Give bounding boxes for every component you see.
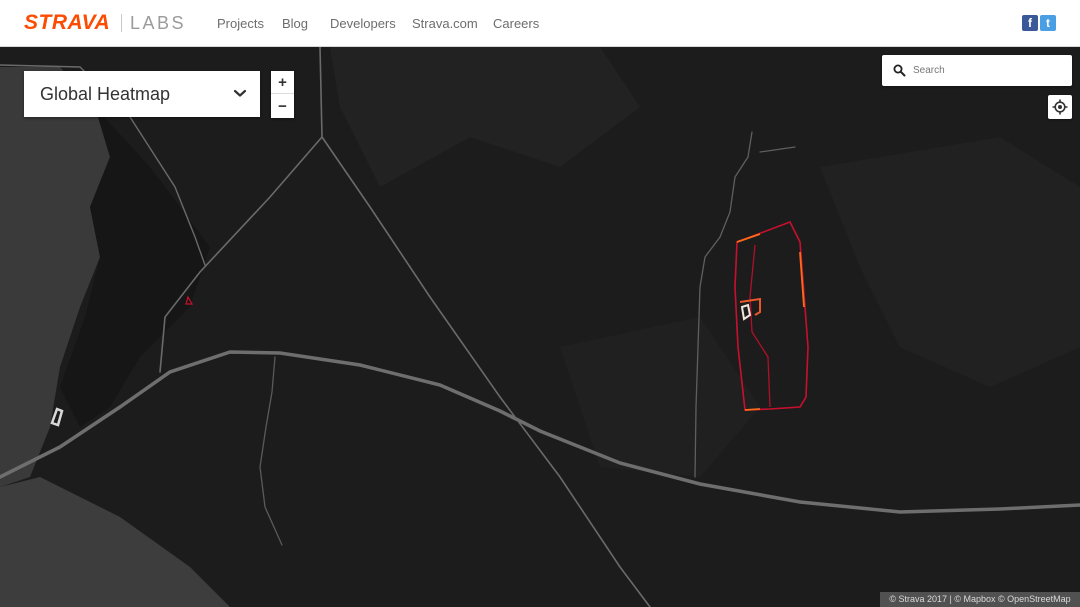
labs-label[interactable]: LABS <box>130 12 186 34</box>
search-box <box>882 55 1072 86</box>
map-type-label: Global Heatmap <box>40 84 171 104</box>
logo-divider <box>121 14 122 32</box>
heatmap-map-canvas[interactable] <box>0 47 1080 607</box>
search-input[interactable] <box>913 55 1063 86</box>
strava-logo[interactable]: STRAVA <box>24 11 110 35</box>
twitter-glyph: t <box>1046 16 1050 30</box>
map-attribution[interactable]: © Strava 2017 | © Mapbox © OpenStreetMap <box>880 592 1080 607</box>
nav-developers[interactable]: Developers <box>330 16 396 31</box>
nav-strava-com[interactable]: Strava.com <box>412 16 478 31</box>
chevron-down-icon <box>233 89 247 97</box>
facebook-icon[interactable]: f <box>1022 15 1038 31</box>
zoom-control: + − <box>271 71 294 118</box>
locate-icon <box>1052 99 1068 115</box>
locate-button[interactable] <box>1048 95 1072 119</box>
map-layer <box>0 47 1080 607</box>
facebook-glyph: f <box>1028 16 1032 30</box>
top-navbar: STRAVA LABS Projects Blog Developers Str… <box>0 0 1080 47</box>
nav-careers[interactable]: Careers <box>493 16 539 31</box>
zoom-out-button[interactable]: − <box>271 95 294 118</box>
map-type-dropdown[interactable]: Global Heatmap <box>24 71 260 117</box>
twitter-icon[interactable]: t <box>1040 15 1056 31</box>
search-icon <box>893 64 906 77</box>
nav-projects[interactable]: Projects <box>217 16 264 31</box>
nav-blog[interactable]: Blog <box>282 16 308 31</box>
zoom-in-button[interactable]: + <box>271 71 294 94</box>
